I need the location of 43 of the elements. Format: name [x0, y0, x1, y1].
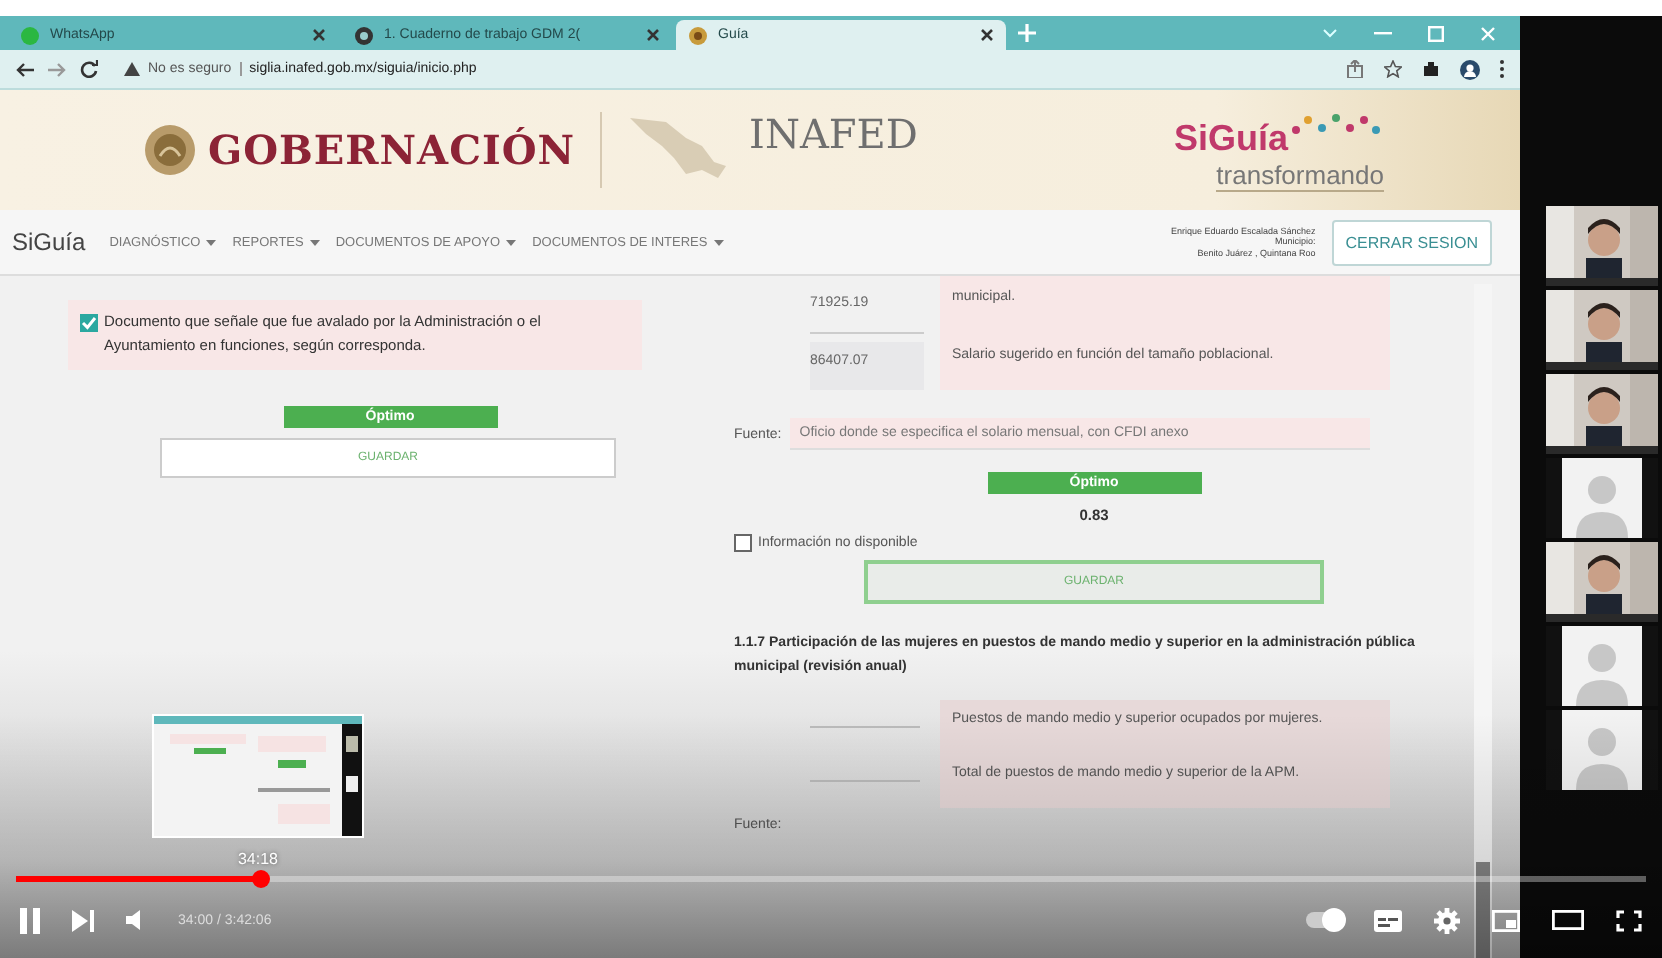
- profile-icon[interactable]: [1460, 59, 1480, 79]
- caret-icon: [206, 239, 217, 245]
- warning-icon: [124, 62, 140, 76]
- logout-button[interactable]: CERRAR SESION: [1331, 219, 1492, 265]
- star-icon[interactable]: [1384, 60, 1402, 78]
- scrollbar[interactable]: [1474, 284, 1492, 958]
- hover-time: 34:18: [237, 850, 279, 868]
- miniplayer-icon[interactable]: [1492, 909, 1520, 931]
- brand-logo-text: SiGuía: [1173, 117, 1288, 159]
- tagline: transformando: [1216, 159, 1384, 191]
- autoplay-toggle[interactable]: [1306, 912, 1342, 928]
- settings-icon[interactable]: [1434, 907, 1460, 933]
- caret-icon: [713, 239, 724, 245]
- next-icon[interactable]: [72, 909, 94, 931]
- minimize-icon[interactable]: [1374, 31, 1392, 35]
- reload-icon[interactable]: [80, 60, 98, 78]
- puzzle-icon[interactable]: [1422, 60, 1440, 78]
- close-icon[interactable]: [646, 28, 660, 42]
- dots-icon: [1288, 109, 1384, 137]
- new-tab-icon[interactable]: [1018, 24, 1036, 42]
- agency-logo-text: GOBERNACIÓN: [208, 126, 576, 174]
- caret-icon: [309, 239, 320, 245]
- caret-icon: [506, 239, 517, 245]
- globe-icon: [354, 25, 374, 45]
- checkbox[interactable]: [734, 534, 752, 552]
- pause-icon[interactable]: [20, 907, 40, 933]
- close-icon[interactable]: [312, 28, 326, 42]
- close-icon[interactable]: [980, 28, 994, 42]
- maximize-icon[interactable]: [1428, 25, 1444, 41]
- subtitles-icon[interactable]: [1374, 909, 1402, 931]
- chat-icon: [20, 25, 40, 45]
- share-icon[interactable]: [1346, 60, 1364, 78]
- fullscreen-icon[interactable]: [1616, 909, 1642, 931]
- brand-link[interactable]: SiGuía: [12, 228, 86, 256]
- forward-icon[interactable]: [48, 61, 66, 77]
- chevron-down-icon[interactable]: [1322, 27, 1338, 39]
- back-icon[interactable]: [16, 61, 34, 77]
- checkbox[interactable]: [80, 314, 98, 332]
- seal-icon: [688, 25, 708, 45]
- coat-of-arms-icon: [144, 124, 196, 176]
- volume-icon[interactable]: [126, 910, 146, 930]
- theater-mode-icon[interactable]: [1552, 910, 1584, 930]
- institute-logo-text: INAFED: [749, 110, 918, 158]
